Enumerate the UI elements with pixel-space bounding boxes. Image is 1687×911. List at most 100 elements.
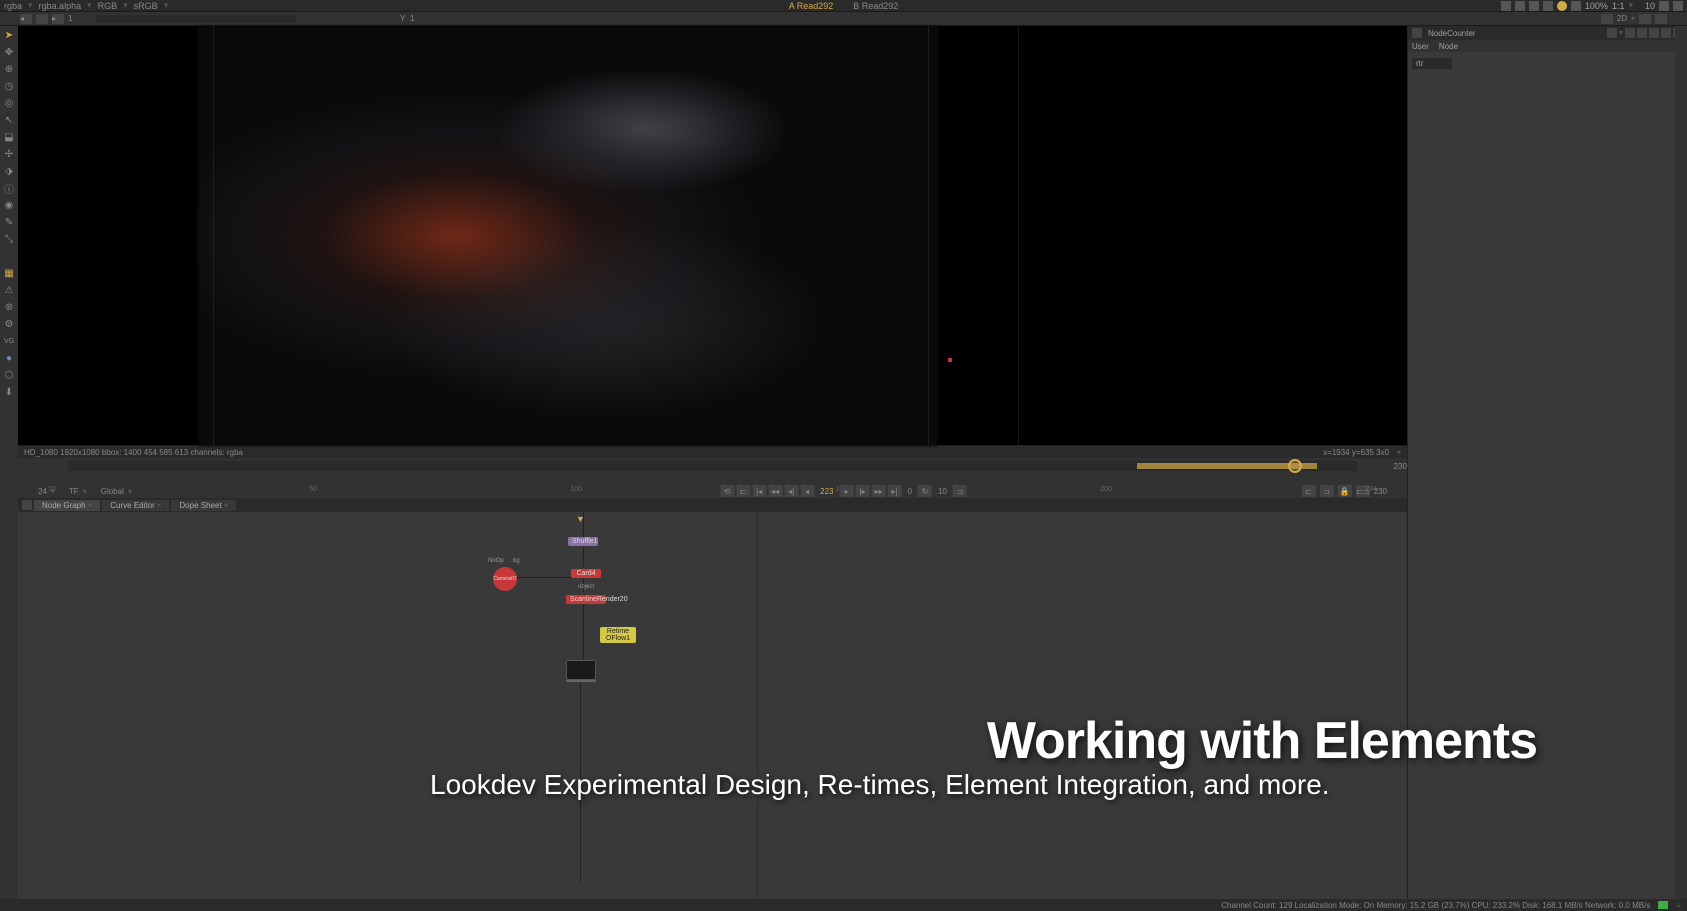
channel-rgb[interactable]: RGB — [98, 1, 118, 11]
info-icon[interactable]: ⓘ — [2, 181, 16, 195]
tab-node[interactable]: Node — [1439, 42, 1458, 51]
exposure-slider[interactable] — [96, 15, 296, 23]
node-camera[interactable]: Camera07 — [493, 567, 517, 591]
node-retime[interactable]: Retime OFlow1 — [600, 627, 636, 643]
window-icon[interactable] — [1529, 1, 1539, 11]
step-fwd-btn[interactable]: |▸ — [856, 485, 870, 497]
node-card[interactable]: Card4 — [571, 569, 601, 578]
skip-btn[interactable]: ⊐ — [953, 485, 967, 497]
prev-btn[interactable]: ◂ — [20, 14, 32, 24]
eye-icon[interactable]: ◉ — [2, 198, 16, 212]
viewer[interactable] — [18, 26, 1407, 446]
folder-icon[interactable]: ▦ — [2, 266, 16, 280]
globe-icon[interactable]: ⊛ — [2, 300, 16, 314]
node-pipe — [583, 547, 584, 567]
node-pipe — [580, 682, 581, 882]
tab-dope-sheet[interactable]: Dope Sheet× — [171, 500, 236, 511]
panel-close-icon[interactable] — [1661, 28, 1671, 38]
dropdown-icon[interactable]: ▾ — [1397, 448, 1401, 457]
first-frame-btn[interactable]: |◂ — [752, 485, 766, 497]
dot-icon[interactable]: ● — [2, 351, 16, 365]
marker-icon — [948, 358, 952, 362]
arrow-icon[interactable]: ↖ — [2, 113, 16, 127]
node-scanline[interactable]: ScanlineRender20 — [566, 595, 606, 604]
skip-value[interactable]: 10 — [934, 487, 951, 496]
cursor-info: x=1934 y=635 3x0 — [1323, 448, 1389, 457]
node-graph[interactable]: ▼ Shuffle1 NoOp bg Camera07 Card4 object… — [18, 512, 1407, 911]
next-key-btn[interactable]: ▸▸ — [872, 485, 886, 497]
timeline-ticks: 10 50 100 150 200 234 — [48, 486, 1377, 493]
tab-node-graph[interactable]: Node Graph× — [34, 500, 100, 511]
sync-btn[interactable]: ⟲ — [720, 485, 734, 497]
prop-value[interactable]: rtr — [1412, 58, 1452, 69]
clip-btn[interactable] — [1655, 14, 1667, 24]
loop-btn[interactable]: ↻ — [918, 485, 932, 497]
io-btn[interactable] — [36, 14, 48, 24]
proxy-btn[interactable] — [1639, 14, 1651, 24]
range-btn[interactable]: ⊏ — [736, 485, 750, 497]
dropper-icon[interactable]: ⤡ — [2, 232, 16, 246]
node-write[interactable] — [566, 680, 596, 682]
layout-icon[interactable] — [1515, 1, 1525, 11]
zoom-tool-icon[interactable]: ⊕ — [2, 62, 16, 76]
close-icon[interactable]: × — [224, 501, 229, 510]
tab-curve-editor[interactable]: Curve Editor× — [102, 500, 169, 511]
warn-icon[interactable]: ⚠ — [2, 283, 16, 297]
node-shuffle[interactable]: Shuffle1 — [568, 537, 598, 546]
timeline-end-frame: 230 — [1394, 462, 1407, 471]
prev-key-btn[interactable]: ◂◂ — [768, 485, 782, 497]
format-info: HD_1080 1920x1080 bbox: 1400 454 585 613… — [24, 448, 243, 457]
close-icon[interactable]: × — [157, 501, 162, 510]
timeline[interactable]: 230 — [18, 458, 1407, 474]
screen-icon[interactable] — [1543, 1, 1553, 11]
option-icon[interactable] — [1659, 1, 1669, 11]
fps-value[interactable]: 24 — [38, 487, 47, 496]
zoom-level[interactable]: 100% — [1585, 1, 1608, 11]
current-frame[interactable]: 223 — [816, 487, 837, 496]
menu-icon[interactable] — [22, 500, 32, 510]
target-icon[interactable]: ◎ — [2, 96, 16, 110]
grid-icon[interactable] — [1501, 1, 1511, 11]
step-back-btn[interactable]: ◂| — [784, 485, 798, 497]
playhead[interactable] — [1288, 459, 1302, 473]
pencil-icon[interactable]: ✎ — [2, 215, 16, 229]
next-btn[interactable]: ▸ — [52, 14, 64, 24]
roi-btn[interactable] — [1601, 14, 1613, 24]
channel-alpha[interactable]: rgba.alpha — [39, 1, 82, 11]
channel-rgba[interactable]: rgba — [4, 1, 22, 11]
pause-icon[interactable] — [1571, 1, 1581, 11]
zoom-ratio[interactable]: 1:1 — [1612, 1, 1625, 11]
shield-icon[interactable]: ⬡ — [2, 368, 16, 382]
wipe-icon[interactable]: ⬓ — [2, 130, 16, 144]
stopwatch-icon[interactable]: ◷ — [2, 79, 16, 93]
viewer-input-b[interactable]: B Read292 — [853, 1, 898, 11]
timeline-track[interactable] — [68, 461, 1357, 471]
panel-menu-icon[interactable] — [1412, 28, 1422, 38]
play-back-btn[interactable]: ◂ — [800, 485, 814, 497]
panel-float-icon[interactable] — [1649, 28, 1659, 38]
panel-max-icon[interactable] — [1637, 28, 1647, 38]
pan-tool-icon[interactable]: ✥ — [2, 45, 16, 59]
pointer-tool-icon[interactable]: ➤ — [2, 28, 16, 42]
move-icon[interactable]: ✢ — [2, 147, 16, 161]
last-frame-btn[interactable]: ▸| — [888, 485, 902, 497]
status-menu-icon[interactable]: ≡ — [1676, 901, 1681, 910]
backdrop-edge — [757, 512, 758, 911]
down-icon[interactable]: ⬇ — [2, 385, 16, 399]
dim-button[interactable]: 2D — [1617, 14, 1627, 23]
vg-icon[interactable]: VG — [2, 334, 16, 348]
panel-min-icon[interactable] — [1625, 28, 1635, 38]
node-viewer[interactable] — [566, 660, 596, 680]
close-icon[interactable]: × — [88, 501, 93, 510]
gear-icon[interactable]: ⚙ — [2, 317, 16, 331]
panel-opt-icon[interactable] — [1607, 28, 1617, 38]
refresh-icon[interactable] — [1557, 1, 1567, 11]
guide-line — [213, 26, 214, 445]
status-bar: Channel Count: 129 Localization Mode: On… — [0, 899, 1687, 911]
histogram-icon[interactable]: ⬗ — [2, 164, 16, 178]
channel-srgb[interactable]: sRGB — [134, 1, 158, 11]
viewer-input-a[interactable]: A Read292 — [789, 1, 834, 11]
brush-icon[interactable] — [1673, 1, 1683, 11]
tab-user[interactable]: User — [1412, 42, 1429, 51]
play-fwd-btn[interactable]: ▸ — [840, 485, 854, 497]
